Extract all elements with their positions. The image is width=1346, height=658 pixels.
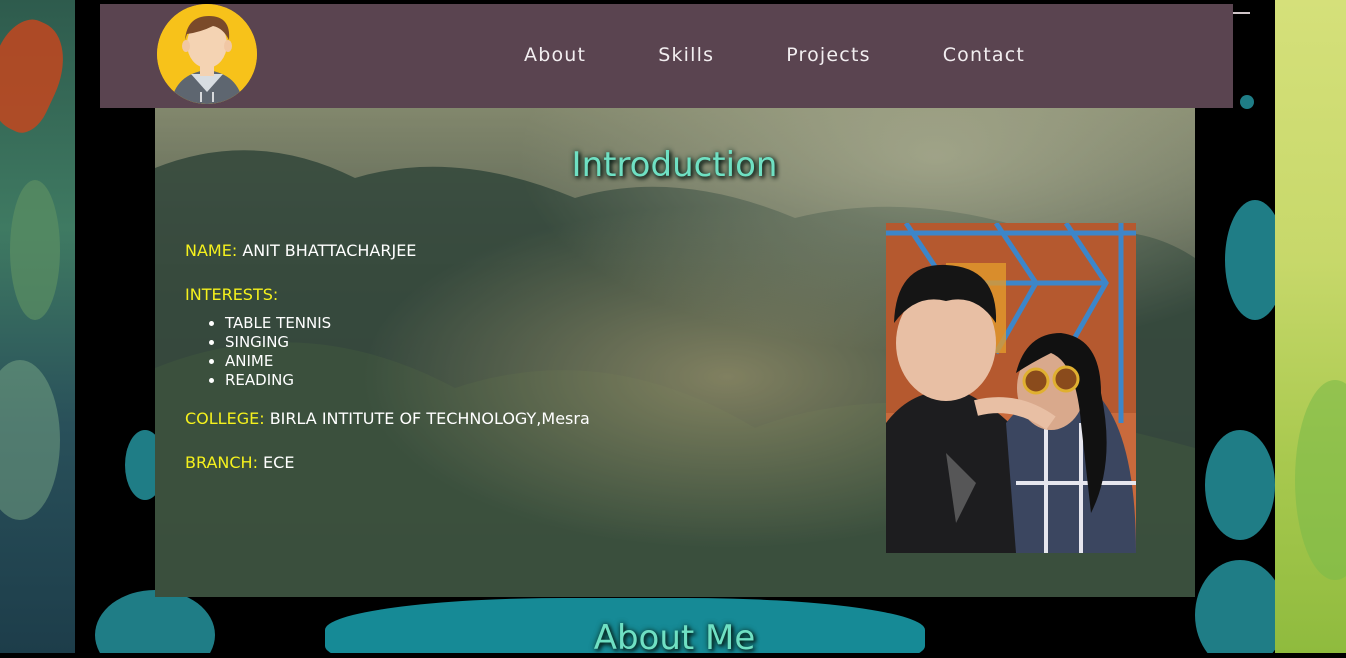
nav-link-skills[interactable]: Skills — [658, 44, 714, 66]
name-label: NAME: — [185, 241, 238, 260]
branch-row: BRANCH: ECE — [185, 452, 590, 474]
profile-photo — [886, 223, 1136, 553]
list-item: TABLE TENNIS — [225, 314, 590, 333]
branch-value: ECE — [263, 453, 295, 472]
about-me-title: About Me — [593, 618, 756, 658]
intro-info: NAME: ANIT BHATTACHARJEE INTERESTS: TABL… — [185, 240, 590, 496]
list-item: READING — [225, 371, 590, 390]
name-row: NAME: ANIT BHATTACHARJEE — [185, 240, 590, 262]
nav-link-about[interactable]: About — [524, 44, 586, 66]
nav-divider-line — [1233, 12, 1250, 14]
college-row: COLLEGE: BIRLA INTITUTE OF TECHNOLOGY,Me… — [185, 408, 590, 430]
background-right-art — [1275, 0, 1346, 653]
college-value: BIRLA INTITUTE OF TECHNOLOGY,Mesra — [269, 409, 590, 428]
interests-list: TABLE TENNIS SINGING ANIME READING — [185, 314, 590, 390]
background-left-art — [0, 0, 75, 653]
introduction-title: Introduction — [571, 145, 778, 185]
list-item: ANIME — [225, 352, 590, 371]
interests-label: INTERESTS: — [185, 285, 279, 304]
branch-label: BRANCH: — [185, 453, 258, 472]
avatar-icon — [157, 4, 257, 104]
name-value: ANIT BHATTACHARJEE — [242, 241, 417, 260]
nav-link-contact[interactable]: Contact — [943, 44, 1025, 66]
interests-row: INTERESTS: — [185, 284, 590, 306]
list-item: SINGING — [225, 333, 590, 352]
avatar[interactable] — [157, 4, 257, 104]
top-navbar: About Skills Projects Contact — [100, 4, 1233, 108]
nav-links: About Skills Projects Contact — [524, 44, 1097, 66]
nav-link-projects[interactable]: Projects — [786, 44, 871, 66]
college-label: COLLEGE: — [185, 409, 265, 428]
